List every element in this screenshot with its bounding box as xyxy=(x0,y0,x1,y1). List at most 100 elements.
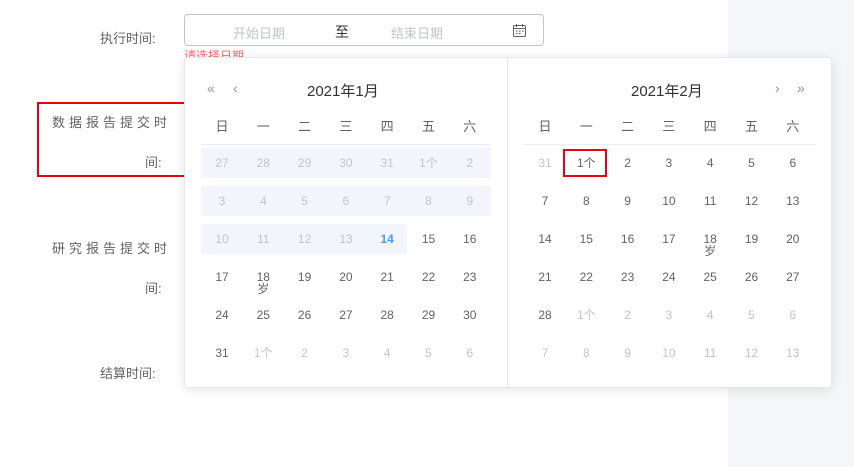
left-date-cell[interactable]: 10 xyxy=(207,224,237,254)
exec-time-label: 执行时间: xyxy=(100,31,156,46)
prev-year-button[interactable]: « xyxy=(207,80,215,96)
right-weekday-3: 三 xyxy=(662,119,676,134)
right-date-cell[interactable]: 8 xyxy=(571,338,601,368)
right-date-cell[interactable]: 2 xyxy=(613,148,643,178)
next-year-button[interactable]: » xyxy=(797,80,805,96)
right-date-cell[interactable]: 16 xyxy=(613,224,643,254)
left-date-cell[interactable]: 28 xyxy=(372,300,402,330)
right-date-cell[interactable]: 10 xyxy=(654,186,684,216)
left-date-cell[interactable]: 6 xyxy=(455,338,485,368)
left-date-cell[interactable]: 22 xyxy=(414,262,444,292)
left-date-cell[interactable]: 16 xyxy=(455,224,485,254)
left-date-cell[interactable]: 4 xyxy=(372,338,402,368)
left-date-cell[interactable]: 7 xyxy=(372,186,402,216)
right-date-cell[interactable]: 3 xyxy=(654,148,684,178)
right-date-cell[interactable]: 2 xyxy=(613,300,643,330)
right-weekday-0: 日 xyxy=(538,119,552,134)
right-date-cell[interactable]: 28 xyxy=(530,300,560,330)
right-date-cell[interactable]: 12 xyxy=(737,186,767,216)
left-date-cell[interactable]: 1个 xyxy=(248,338,278,368)
left-date-cell[interactable]: 8 xyxy=(414,186,444,216)
left-date-cell[interactable]: 9 xyxy=(455,186,485,216)
right-date-cell[interactable]: 24 xyxy=(654,262,684,292)
left-date-cell[interactable]: 29 xyxy=(414,300,444,330)
left-date-cell[interactable]: 23 xyxy=(455,262,485,292)
left-date-cell[interactable]: 11 xyxy=(248,224,278,254)
right-date-cell[interactable]: 22 xyxy=(571,262,601,292)
right-date-cell[interactable]: 11 xyxy=(695,186,725,216)
prev-month-button[interactable]: ‹ xyxy=(233,80,238,96)
left-date-cell[interactable]: 19 xyxy=(290,262,320,292)
left-date-cell[interactable]: 6 xyxy=(331,186,361,216)
start-date-placeholder[interactable]: 开始日期 xyxy=(233,23,285,42)
left-date-cell[interactable]: 30 xyxy=(455,300,485,330)
left-date-cell[interactable]: 15 xyxy=(414,224,444,254)
right-date-cell[interactable]: 21 xyxy=(530,262,560,292)
left-date-cell[interactable]: 12 xyxy=(290,224,320,254)
calendar-icon[interactable] xyxy=(513,24,526,37)
left-date-cell[interactable]: 3 xyxy=(207,186,237,216)
right-date-cell[interactable]: 9 xyxy=(613,186,643,216)
right-date-cell[interactable]: 1个 xyxy=(571,300,601,330)
left-date-cell[interactable]: 25 xyxy=(248,300,278,330)
right-date-cell[interactable]: 11 xyxy=(695,338,725,368)
left-date-cell[interactable]: 28 xyxy=(248,148,278,178)
right-date-cell[interactable]: 20 xyxy=(778,224,808,254)
right-date-cell[interactable]: 12 xyxy=(737,338,767,368)
date-range-picker: « ‹ 2021年1月 2021年2月 › » 日一二三四五六 27 28 29 30 3… xyxy=(184,57,832,388)
left-date-cell[interactable]: 2 xyxy=(455,148,485,178)
left-date-cell[interactable]: 24 xyxy=(207,300,237,330)
right-date-cell[interactable]: 5 xyxy=(737,300,767,330)
end-date-placeholder[interactable]: 结束日期 xyxy=(391,23,443,42)
right-date-cell[interactable]: 4 xyxy=(695,300,725,330)
right-date-cell[interactable]: 5 xyxy=(737,148,767,178)
left-date-cell[interactable]: 13 xyxy=(331,224,361,254)
left-date-cell[interactable]: 1个 xyxy=(414,148,444,178)
right-month-title: 2021年2月 xyxy=(631,83,703,100)
left-date-cell[interactable]: 30 xyxy=(331,148,361,178)
left-date-cell[interactable]: 27 xyxy=(331,300,361,330)
right-date-cell[interactable]: 31 xyxy=(530,148,560,178)
right-date-cell[interactable]: 17 xyxy=(654,224,684,254)
left-date-cell[interactable]: 4 xyxy=(248,186,278,216)
left-date-cell[interactable]: 26 xyxy=(290,300,320,330)
left-date-cell[interactable]: 29 xyxy=(290,148,320,178)
left-weekday-1: 一 xyxy=(256,119,270,134)
left-date-cell[interactable]: 20 xyxy=(331,262,361,292)
right-date-cell[interactable]: 19 xyxy=(737,224,767,254)
left-date-cell[interactable]: 31 xyxy=(207,338,237,368)
left-date-cell[interactable]: 3 xyxy=(331,338,361,368)
right-date-cell[interactable]: 4 xyxy=(695,148,725,178)
right-date-cell[interactable]: 13 xyxy=(778,186,808,216)
right-date-cell[interactable]: 7 xyxy=(530,338,560,368)
left-weekday-3: 三 xyxy=(339,119,353,134)
left-date-cell[interactable]: 5 xyxy=(290,186,320,216)
left-date-cell[interactable]: 31 xyxy=(372,148,402,178)
right-date-cell[interactable]: 8 xyxy=(571,186,601,216)
right-date-cell[interactable]: 10 xyxy=(654,338,684,368)
right-date-cell[interactable]: 6 xyxy=(778,300,808,330)
right-date-cell[interactable]: 25 xyxy=(695,262,725,292)
next-month-button[interactable]: › xyxy=(775,80,780,96)
right-date-cell[interactable]: 27 xyxy=(778,262,808,292)
right-date-cell[interactable]: 23 xyxy=(613,262,643,292)
left-date-cell[interactable]: 2 xyxy=(290,338,320,368)
right-date-cell[interactable]: 15 xyxy=(571,224,601,254)
right-date-cell[interactable]: 7 xyxy=(530,186,560,216)
right-date-cell[interactable]: 3 xyxy=(654,300,684,330)
right-date-cell[interactable]: 13 xyxy=(778,338,808,368)
right-date-cell[interactable]: 14 xyxy=(530,224,560,254)
left-date-cell[interactable]: 14 xyxy=(372,224,402,254)
right-weekday-1: 一 xyxy=(579,119,593,134)
date-range-input[interactable]: 开始日期 至 结束日期 xyxy=(184,14,544,46)
left-date-cell[interactable]: 27 xyxy=(207,148,237,178)
left-date-cell[interactable]: 21 xyxy=(372,262,402,292)
left-lunar-annotation: 岁 xyxy=(257,282,270,296)
left-date-cell[interactable]: 5 xyxy=(414,338,444,368)
right-date-cell[interactable]: 6 xyxy=(778,148,808,178)
right-date-cell[interactable]: 26 xyxy=(737,262,767,292)
data-report-label-highlight xyxy=(37,102,186,177)
left-date-cell[interactable]: 17 xyxy=(207,262,237,292)
research-report-label-line1: 研究报告提交时 xyxy=(52,241,172,256)
right-date-cell[interactable]: 9 xyxy=(613,338,643,368)
